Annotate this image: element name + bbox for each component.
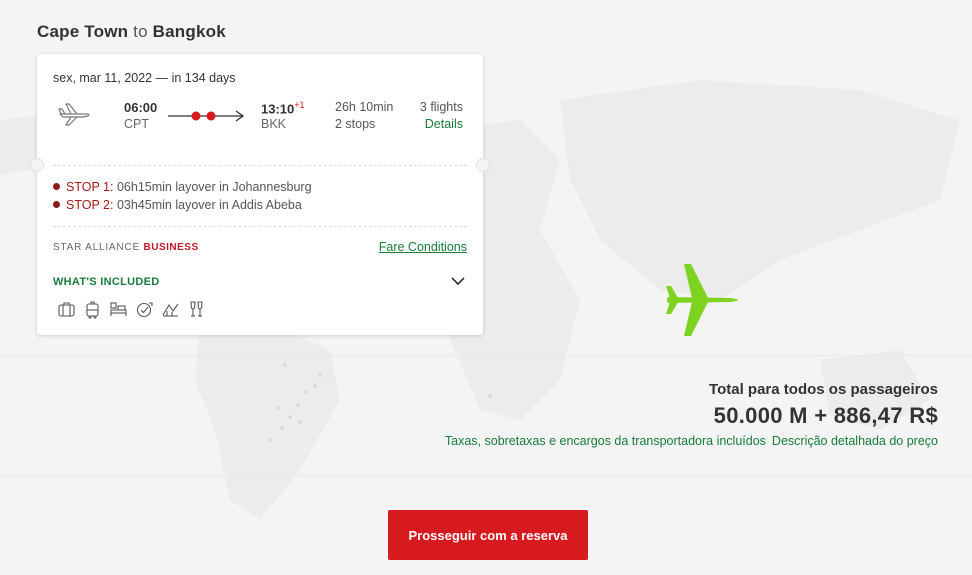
section-divider xyxy=(0,355,972,356)
card-notch-right xyxy=(476,158,490,172)
meal-icon xyxy=(162,303,179,317)
total-label: Total para todos os passageiros xyxy=(709,381,938,398)
lounge-icon xyxy=(110,302,127,316)
stop-detail: 06h15min layover in Johannesburg xyxy=(116,180,312,194)
cabin-class-name: BUSINESS xyxy=(143,242,199,253)
destination-city: Bangkok xyxy=(152,22,226,41)
total-price: 50.000 M + 886,47 R$ xyxy=(713,403,938,428)
flight-date: sex, mar 11, 2022 xyxy=(53,71,153,85)
route-stops-line xyxy=(168,110,245,122)
stop-detail: 03h45min layover in Addis Abeba xyxy=(116,198,302,212)
flight-duration: 26h 10min xyxy=(335,100,394,114)
airplane-icon xyxy=(58,103,90,126)
stop-item: STOP 2: 03h45min layover in Addis Abeba xyxy=(53,198,302,212)
departure-time: 06:00 xyxy=(124,100,158,115)
stop-label: STOP 2: xyxy=(66,198,114,212)
route-title: Cape Town to Bangkok xyxy=(37,22,226,42)
card-notch-left xyxy=(30,158,44,172)
carry-on-icon xyxy=(86,301,99,319)
champagne-icon xyxy=(190,301,203,317)
fare-conditions-link[interactable]: Fare Conditions xyxy=(379,240,467,254)
price-breakdown-link[interactable]: Descrição detalhada do preço xyxy=(772,434,938,448)
whats-included-toggle[interactable]: WHAT'S INCLUDED xyxy=(53,276,160,288)
origin-city: Cape Town xyxy=(37,22,129,41)
taxes-line: Taxas, sobretaxas e encargos da transpor… xyxy=(445,434,938,448)
proceed-booking-button[interactable]: Prosseguir com a reserva xyxy=(388,510,588,560)
details-link[interactable]: Details xyxy=(425,117,463,131)
flight-date-line: sex, mar 11, 2022 — in 134 days xyxy=(53,71,236,85)
flights-count: 3 flights xyxy=(419,100,463,114)
stop-bullet-icon xyxy=(53,201,60,208)
card-divider xyxy=(53,165,467,166)
route-connector: to xyxy=(133,22,148,41)
flight-card: sex, mar 11, 2022 — in 134 days 06:00 CP… xyxy=(30,54,490,335)
arrival-time-value: 13:10 xyxy=(261,101,295,117)
airplane-illustration-icon xyxy=(666,264,738,336)
amenities-list xyxy=(57,300,206,319)
chevron-down-icon[interactable] xyxy=(451,276,465,286)
section-divider xyxy=(0,475,972,476)
stops-count: 2 stops xyxy=(335,117,376,131)
departure-airport-code: CPT xyxy=(124,117,149,131)
arrival-day-offset: +1 xyxy=(294,100,305,110)
alliance-name: STAR ALLIANCE xyxy=(53,242,140,253)
days-away: — in 134 days xyxy=(155,71,236,85)
arrival-time: 13:10+1 xyxy=(261,100,305,116)
stop-item: STOP 1: 06h15min layover in Johannesburg xyxy=(53,180,312,194)
cabin-class: STAR ALLIANCE BUSINESS xyxy=(53,242,199,253)
baggage-icon xyxy=(58,302,75,317)
taxes-note: Taxas, sobretaxas e encargos da transpor… xyxy=(444,434,766,448)
priority-icon xyxy=(136,302,153,318)
arrival-airport-code: BKK xyxy=(261,117,287,131)
stop-bullet-icon xyxy=(53,183,60,190)
card-divider xyxy=(53,226,467,227)
stop-label: STOP 1: xyxy=(66,180,114,194)
